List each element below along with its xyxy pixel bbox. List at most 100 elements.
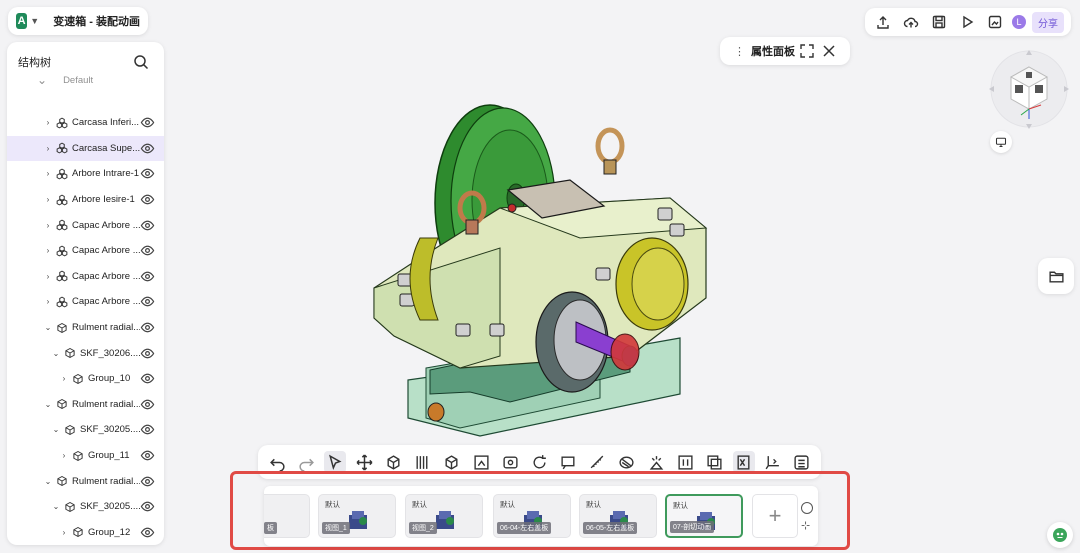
cloud-upload-icon[interactable] (900, 11, 922, 33)
chevron-right-icon[interactable]: › (43, 221, 53, 230)
save-icon[interactable] (928, 11, 950, 33)
chevron-down-icon[interactable]: ⌄ (51, 502, 61, 511)
upload-icon[interactable] (872, 11, 894, 33)
close-icon[interactable] (818, 40, 840, 62)
chevron-right-icon[interactable]: › (59, 374, 69, 383)
tree-row[interactable]: › Capac Arbore ... (7, 238, 164, 264)
eye-icon[interactable] (140, 320, 155, 335)
chevron-right-icon[interactable]: › (43, 246, 53, 255)
annotation-icon[interactable] (558, 451, 580, 473)
list-panel-icon[interactable] (791, 451, 813, 473)
chevron-down-icon[interactable]: ⌄ (51, 425, 61, 434)
eye-icon[interactable] (140, 397, 155, 412)
eye-icon[interactable] (140, 192, 155, 207)
eye-icon[interactable] (140, 499, 155, 514)
expand-icon[interactable] (796, 40, 818, 62)
play-icon[interactable] (956, 11, 978, 33)
chevron-down-icon[interactable]: ⌄ (43, 477, 53, 486)
isolate-icon[interactable] (470, 451, 492, 473)
coordinate-icon[interactable] (762, 451, 784, 473)
chevron-down-icon[interactable]: ⌄ (51, 349, 61, 358)
target-icon[interactable] (801, 502, 813, 514)
tree-row[interactable]: › Capac Arbore ... (7, 289, 164, 315)
dimension-icon[interactable] (674, 451, 696, 473)
explode-icon[interactable] (383, 451, 405, 473)
animation-frame[interactable]: 默认 07-剖切动画 (665, 494, 743, 538)
eye-icon[interactable] (140, 141, 155, 156)
animation-frame[interactable]: 默认 视图_2 (405, 494, 483, 538)
app-logo[interactable]: A (16, 13, 28, 29)
chevron-down-icon[interactable]: ⌄ (43, 323, 53, 332)
eye-icon[interactable] (140, 269, 155, 284)
animation-frame[interactable]: 默认 06-05-左右盖板 (579, 494, 657, 538)
section-cut-icon[interactable] (412, 451, 434, 473)
view-eye-icon[interactable] (499, 451, 521, 473)
chevron-down-icon[interactable]: ▼ (30, 16, 39, 26)
viewcube[interactable] (985, 47, 1073, 135)
eye-icon[interactable] (140, 115, 155, 130)
assistant-bot-button[interactable] (1047, 522, 1073, 548)
chevron-right-icon[interactable]: › (59, 451, 69, 460)
filter-icon[interactable]: ⊹ (801, 519, 810, 532)
eye-icon[interactable] (140, 525, 155, 540)
tree-row[interactable]: ⌄ SKF_30205.... (7, 494, 164, 520)
chevron-down-icon[interactable]: ⌄ (43, 400, 53, 409)
tree-row-label: Rulment radial... (72, 322, 140, 334)
tree-row[interactable]: › Group_12 (7, 520, 164, 546)
eye-icon[interactable] (140, 243, 155, 258)
eye-icon[interactable] (140, 422, 155, 437)
eye-icon[interactable] (140, 346, 155, 361)
tree-row[interactable]: ⌄ Rulment radial... (7, 392, 164, 418)
animation-frame[interactable]: 默认 06-04-左右盖板 (493, 494, 571, 538)
tree-row[interactable]: › Group_10 (7, 366, 164, 392)
eye-icon[interactable] (140, 294, 155, 309)
rotate-icon[interactable] (528, 451, 550, 473)
animation-frame[interactable]: 板 (264, 494, 310, 538)
view-mode-button[interactable] (990, 131, 1012, 153)
lighting-icon[interactable] (645, 451, 667, 473)
tree-row[interactable]: ⌄ Rulment radial... (7, 315, 164, 341)
tree-row[interactable]: › Arbore Intrare-1 (7, 161, 164, 187)
edit-image-icon[interactable] (984, 11, 1006, 33)
tree-row[interactable]: ⌄ SKF_30206.... (7, 340, 164, 366)
tree-row[interactable]: › Group_11 (7, 443, 164, 469)
tree-row[interactable]: › Carcasa Supe... (7, 135, 164, 162)
tree-row[interactable]: › Capac Arbore ... (7, 264, 164, 290)
tree-row[interactable]: › Capac Arbore ... (7, 212, 164, 238)
search-icon[interactable] (130, 51, 152, 73)
drag-handle-icon[interactable]: ⋮ (734, 45, 745, 58)
redo-icon[interactable] (295, 451, 317, 473)
eye-icon[interactable] (140, 448, 155, 463)
excel-export-icon[interactable] (732, 451, 755, 473)
material-icon[interactable] (616, 451, 638, 473)
undo-icon[interactable] (266, 451, 288, 473)
eye-icon[interactable] (140, 474, 155, 489)
add-frame-button[interactable]: + (752, 494, 798, 538)
chevron-right-icon[interactable]: › (43, 272, 53, 281)
folder-button[interactable] (1038, 258, 1074, 294)
gearbox-3d-model[interactable] (360, 88, 720, 448)
select-cursor-icon[interactable] (324, 451, 347, 473)
eye-icon[interactable] (140, 218, 155, 233)
share-button[interactable]: 分享 (1032, 11, 1064, 33)
cube-icon[interactable] (441, 451, 463, 473)
eye-icon[interactable] (140, 166, 155, 181)
tree-row[interactable]: ⌄ SKF_30205.... (7, 417, 164, 443)
chevron-right-icon[interactable]: › (59, 528, 69, 537)
chevron-right-icon[interactable]: › (43, 195, 53, 204)
tree-row[interactable]: › Arbore Iesire-1 (7, 187, 164, 213)
avatar[interactable]: L (1012, 15, 1026, 29)
chevron-down-icon[interactable]: ⌄ (37, 73, 47, 87)
move-icon[interactable] (353, 451, 375, 473)
measure-icon[interactable] (587, 451, 609, 473)
chevron-right-icon[interactable]: › (43, 144, 53, 153)
layers-icon[interactable] (703, 451, 725, 473)
chevron-right-icon[interactable]: › (43, 169, 53, 178)
eye-icon[interactable] (140, 371, 155, 386)
chevron-right-icon[interactable]: › (43, 297, 53, 306)
tree-row[interactable]: › Carcasa Inferi... (7, 110, 164, 136)
chevron-right-icon[interactable]: › (43, 118, 53, 127)
animation-frame[interactable]: 默认 视图_1 (318, 494, 396, 538)
tree-row-partial[interactable]: ⌄ Default (7, 72, 164, 88)
tree-row[interactable]: ⌄ Rulment radial... (7, 468, 164, 494)
